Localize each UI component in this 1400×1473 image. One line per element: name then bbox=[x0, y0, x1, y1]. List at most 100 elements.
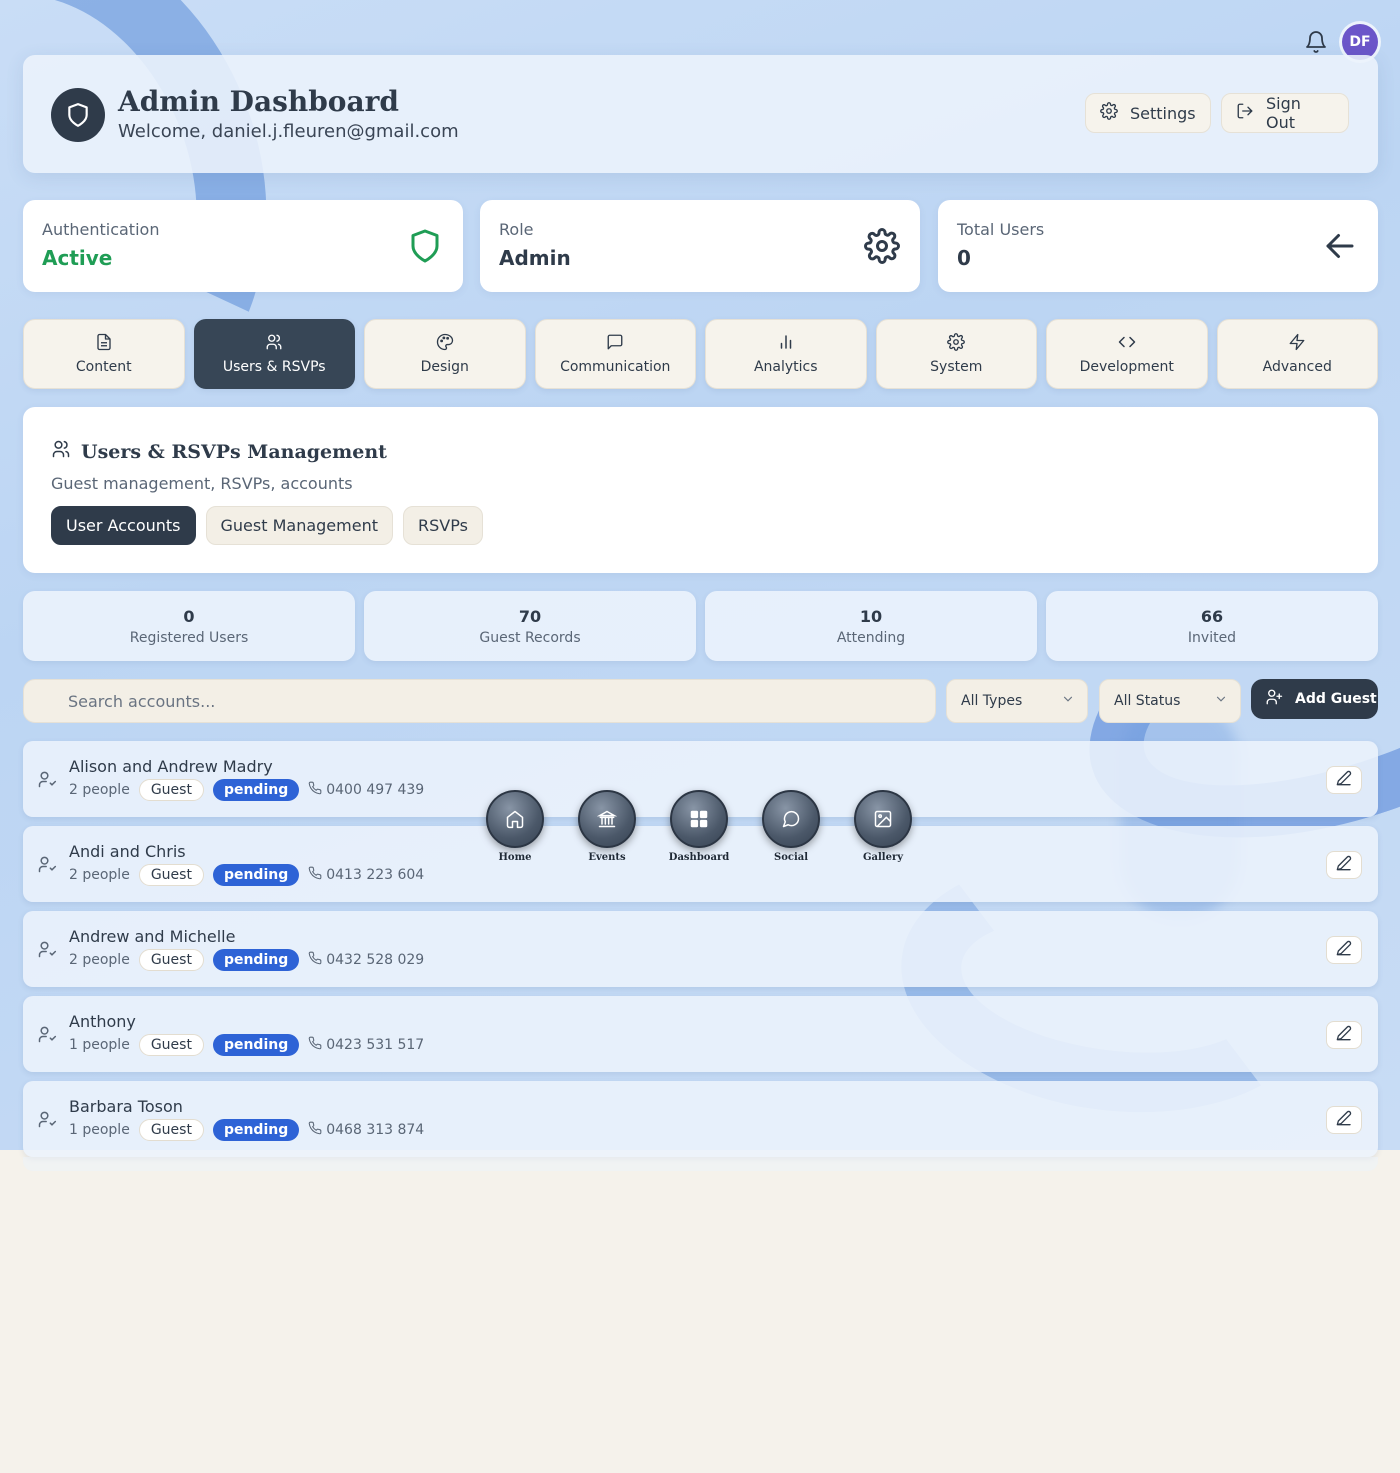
user-check-icon bbox=[37, 854, 57, 874]
tab-label: System bbox=[930, 359, 983, 375]
tab-analytics[interactable]: Analytics bbox=[705, 319, 867, 389]
subtab-user-accounts[interactable]: User Accounts bbox=[51, 506, 196, 545]
subtab-guest-management[interactable]: Guest Management bbox=[205, 506, 393, 545]
shield-icon bbox=[51, 88, 105, 142]
main-tabs: Content Users & RSVPs Design Communicati… bbox=[23, 319, 1378, 389]
search-input[interactable] bbox=[68, 691, 935, 711]
phone-number: 0468 313 874 bbox=[326, 1122, 425, 1138]
status-select[interactable]: All Status bbox=[1099, 679, 1241, 723]
dock-item-social[interactable]: Social bbox=[762, 790, 820, 863]
edit-button[interactable] bbox=[1326, 851, 1362, 879]
count-value: 66 bbox=[1200, 606, 1224, 626]
tab-communication[interactable]: Communication bbox=[534, 319, 696, 389]
count-invited: 66 Invited bbox=[1046, 591, 1378, 661]
home-icon[interactable] bbox=[486, 790, 544, 848]
count-attending: 10 Attending bbox=[705, 591, 1037, 661]
dock-item-home[interactable]: Home bbox=[486, 790, 544, 863]
add-guest-label: Add Guest bbox=[1295, 691, 1377, 707]
edit-button[interactable] bbox=[1326, 766, 1362, 794]
count-label: Invited bbox=[1187, 629, 1237, 646]
grid-icon[interactable] bbox=[670, 790, 728, 848]
tab-label: Design bbox=[420, 359, 469, 375]
tab-users-rsvps[interactable]: Users & RSVPs bbox=[193, 319, 355, 389]
status-badge: pending bbox=[212, 1034, 300, 1056]
user-check-icon bbox=[37, 1024, 57, 1044]
settings-button[interactable]: Settings bbox=[1085, 93, 1211, 133]
guest-meta: 1 people Guest pending 0423 531 517 bbox=[69, 1034, 424, 1056]
guest-type-badge: Guest bbox=[138, 1034, 204, 1056]
guest-row[interactable]: Barbara Toson 1 people Guest pending 046… bbox=[23, 1081, 1378, 1157]
edit-button[interactable] bbox=[1326, 936, 1362, 964]
tab-design[interactable]: Design bbox=[364, 319, 526, 389]
guest-row[interactable]: Andrew and Michelle 2 people Guest pendi… bbox=[23, 911, 1378, 987]
chevron-down-icon bbox=[1061, 692, 1075, 710]
count-label: Guest Records bbox=[479, 629, 581, 646]
guest-meta: 2 people Guest pending 0432 528 029 bbox=[69, 949, 424, 971]
status-badge: pending bbox=[212, 1119, 300, 1141]
lightning-icon bbox=[1288, 333, 1306, 355]
subtabs: User Accounts Guest Management RSVPs bbox=[51, 506, 483, 545]
tab-label: Advanced bbox=[1262, 359, 1332, 375]
phone-icon bbox=[308, 781, 322, 799]
page-title: Admin Dashboard bbox=[118, 85, 399, 118]
gear-icon bbox=[947, 333, 966, 355]
type-select[interactable]: All Types bbox=[946, 679, 1088, 723]
edit-button[interactable] bbox=[1326, 1021, 1362, 1049]
phone-icon bbox=[308, 1036, 322, 1054]
user-check-icon bbox=[37, 769, 57, 789]
users-icon bbox=[265, 333, 283, 355]
palette-icon bbox=[436, 333, 454, 355]
pencil-icon bbox=[1336, 770, 1352, 790]
dock-item-dashboard[interactable]: Dashboard bbox=[669, 790, 729, 863]
management-title: Users & RSVPs Management bbox=[51, 439, 387, 464]
dock-item-events[interactable]: Events bbox=[578, 790, 636, 863]
guest-name: Andrew and Michelle bbox=[69, 927, 236, 946]
guest-row[interactable]: Anthony 1 people Guest pending 0423 531 … bbox=[23, 996, 1378, 1072]
next-row-edge bbox=[23, 1157, 1378, 1171]
settings-label: Settings bbox=[1130, 103, 1196, 123]
guest-phone: 0423 531 517 bbox=[308, 1036, 424, 1054]
count-value: 0 bbox=[183, 606, 195, 626]
header-card: Admin Dashboard Welcome, daniel.j.fleure… bbox=[23, 55, 1378, 173]
subtab-rsvps[interactable]: RSVPs bbox=[402, 506, 483, 545]
guest-phone: 0432 528 029 bbox=[308, 951, 424, 969]
message-icon bbox=[606, 333, 624, 355]
logout-icon bbox=[1236, 102, 1254, 124]
guest-meta: 2 people Guest pending 0400 497 439 bbox=[69, 779, 424, 801]
stat-value: 0 bbox=[957, 246, 971, 270]
pencil-icon bbox=[1336, 855, 1352, 875]
dock-item-gallery[interactable]: Gallery bbox=[854, 790, 912, 863]
tab-label: Content bbox=[75, 359, 132, 375]
guest-type-badge: Guest bbox=[138, 864, 204, 886]
guest-name: Alison and Andrew Madry bbox=[69, 757, 273, 776]
code-icon bbox=[1118, 333, 1136, 355]
pencil-icon bbox=[1336, 1110, 1352, 1130]
bar-chart-icon bbox=[777, 333, 795, 355]
add-guest-button[interactable]: Add Guest bbox=[1251, 679, 1378, 719]
count-registered-users: 0 Registered Users bbox=[23, 591, 355, 661]
chat-bubble-icon[interactable] bbox=[762, 790, 820, 848]
phone-number: 0423 531 517 bbox=[326, 1037, 425, 1053]
guest-meta: 2 people Guest pending 0413 223 604 bbox=[69, 864, 424, 886]
tab-content[interactable]: Content bbox=[23, 319, 185, 389]
guest-name: Andi and Chris bbox=[69, 842, 186, 861]
guest-type-badge: Guest bbox=[138, 1119, 204, 1141]
edit-button[interactable] bbox=[1326, 1106, 1362, 1134]
user-check-icon bbox=[37, 1109, 57, 1129]
tab-development[interactable]: Development bbox=[1046, 319, 1208, 389]
tab-system[interactable]: System bbox=[875, 319, 1037, 389]
sign-out-button[interactable]: Sign Out bbox=[1221, 93, 1349, 133]
welcome-text: Welcome, daniel.j.fleuren@gmail.com bbox=[118, 121, 459, 142]
status-badge: pending bbox=[212, 949, 300, 971]
type-select-value: All Types bbox=[961, 693, 1023, 709]
image-icon[interactable] bbox=[854, 790, 912, 848]
count-summary: 0 Registered Users 70 Guest Records 10 A… bbox=[23, 591, 1378, 661]
sign-out-label: Sign Out bbox=[1266, 94, 1301, 132]
user-plus-icon bbox=[1265, 688, 1283, 710]
bell-icon[interactable] bbox=[1304, 30, 1328, 54]
tab-advanced[interactable]: Advanced bbox=[1216, 319, 1378, 389]
guest-type-badge: Guest bbox=[138, 949, 204, 971]
gear-icon bbox=[864, 228, 900, 264]
building-icon[interactable] bbox=[578, 790, 636, 848]
search-bar bbox=[23, 679, 936, 723]
